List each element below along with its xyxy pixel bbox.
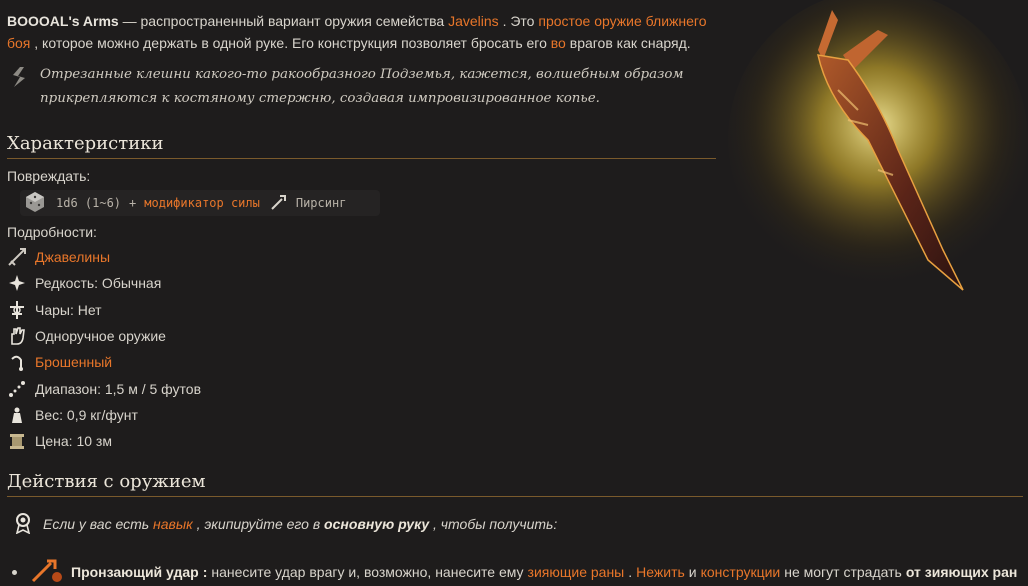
condition-text: Если у вас есть навык , экипируйте его в… [43, 516, 557, 532]
action-item: Пронзающий удар : нанесите удар врагу и,… [12, 559, 1028, 586]
property-text: Одноручное оружие [35, 328, 166, 345]
piercing-strike-icon[interactable] [31, 559, 65, 586]
property-price: Цена: 10 зм [7, 428, 201, 454]
thrown-icon [7, 351, 31, 373]
gaping-wounds-link[interactable]: зияющие раны [528, 564, 625, 580]
property-weight: Вес: 0,9 кг/фунт [7, 402, 201, 428]
action-text-4: не могут страдать [784, 564, 902, 580]
range-icon [7, 378, 31, 400]
main-hand: основную руку [324, 516, 430, 532]
action-text-5: от зияющих ран [905, 564, 1018, 580]
action-text-3: и [688, 564, 697, 580]
proficiency-icon [13, 512, 33, 537]
condition-part-1: Если у вас есть [43, 516, 150, 532]
flavor-quote: Отрезанные клешни какого-то ракообразног… [10, 63, 710, 111]
property-text: Диапазон: 1,5 м / 5 футов [35, 380, 202, 397]
intro-text-3: , которое можно держать в одной руке. Ег… [34, 35, 547, 51]
piercing-icon [270, 193, 288, 214]
property-text[interactable]: Брошенный [35, 354, 112, 370]
property-list: Джавелины Редкость: Обычная Чары: Нет Од… [7, 244, 201, 454]
enchant-icon [7, 299, 31, 321]
property-text: Редкость: Обычная [35, 275, 162, 292]
intro-text-2: . Это [502, 13, 535, 29]
javelin-icon [7, 246, 31, 268]
damage-type: Пирсинг [295, 196, 347, 210]
skill-link[interactable]: навык [153, 516, 193, 532]
heading-rule [7, 496, 1023, 497]
property-text: Чары: Нет [35, 301, 102, 318]
throw-link[interactable]: во [551, 35, 566, 51]
intro-text-1: распространенный вариант оружия семейств… [140, 13, 445, 29]
sparkle-icon [7, 272, 31, 294]
item-description: BOOOAL's Arms — распространенный вариант… [7, 10, 712, 54]
characteristics-heading: Характеристики [7, 133, 164, 154]
dice-icon [24, 191, 46, 216]
family-link[interactable]: Javelins [448, 13, 499, 29]
heading-rule [7, 158, 716, 159]
property-text[interactable]: Джавелины [35, 249, 110, 265]
action-text-2: . [628, 564, 633, 580]
condition-part-3: , чтобы получить: [433, 516, 558, 532]
property-text: Вес: 0,9 кг/фунт [35, 406, 138, 423]
item-name: BOOOAL's Arms [7, 13, 119, 29]
price-icon [7, 430, 31, 452]
damage-bar: 1d6 (1~6) + модификатор силы Пирсинг [20, 190, 380, 216]
bullet-dot [12, 569, 17, 575]
property-thrown: Брошенный [7, 349, 201, 375]
weapon-actions-heading: Действия с оружием [7, 471, 206, 492]
flavor-text: Отрезанные клешни какого-то ракообразног… [40, 67, 684, 106]
damage-dice: 1d6 (1~6) [56, 196, 122, 210]
piercing-strike-link[interactable]: Пронзающий удар [71, 564, 199, 580]
quote-icon [10, 66, 30, 111]
strength-modifier[interactable]: модификатор силы [144, 196, 260, 210]
property-weapon-type: Джавелины [7, 244, 201, 270]
details-label: Подробности: [7, 224, 97, 240]
weapon-image [728, 0, 1028, 291]
plus-sign: + [129, 196, 137, 210]
proficiency-condition: Если у вас есть навык , экипируйте его в… [7, 506, 1023, 542]
undead-link[interactable]: Нежить [636, 564, 685, 580]
property-text: Цена: 10 зм [35, 433, 112, 450]
constructs-link[interactable]: конструкции [701, 564, 781, 580]
weight-icon [7, 404, 31, 426]
dash: — [122, 13, 137, 29]
action-text-1: нанесите удар врагу и, возможно, нанесит… [211, 564, 524, 580]
colon: : [202, 564, 208, 580]
property-range: Диапазон: 1,5 м / 5 футов [7, 375, 201, 401]
hand-icon [7, 325, 31, 347]
damage-label: Повреждать: [7, 168, 91, 184]
intro-text-4: врагов как снаряд. [569, 35, 691, 51]
property-handedness: Одноручное оружие [7, 323, 201, 349]
condition-part-2: , экипируйте его в [196, 516, 321, 532]
property-rarity: Редкость: Обычная [7, 270, 201, 296]
property-enchantment: Чары: Нет [7, 297, 201, 323]
